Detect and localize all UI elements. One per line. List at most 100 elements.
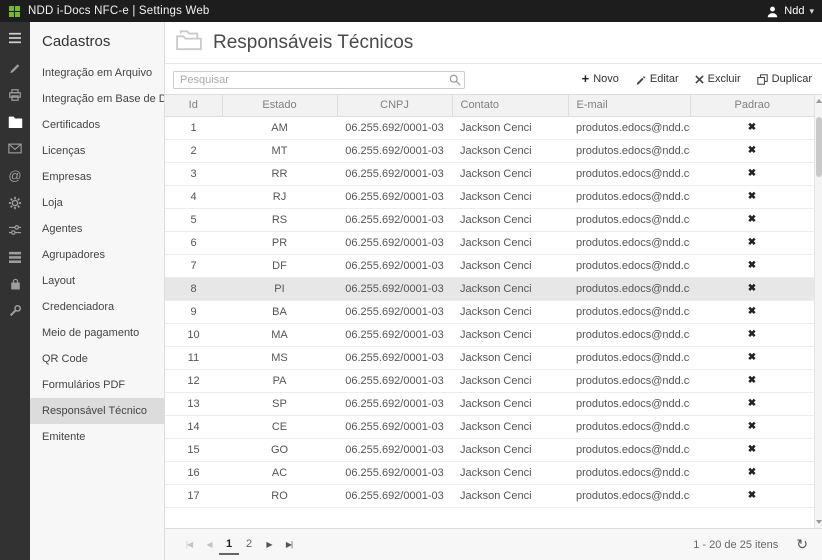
column-header-estado[interactable]: Estado	[222, 95, 337, 116]
folder-icon[interactable]	[0, 108, 30, 135]
sidebar-item-integra-o-em-arquivo[interactable]: Integração em Arquivo	[30, 60, 164, 86]
app-title: NDD i-Docs NFC-e | Settings Web	[28, 5, 210, 17]
cell-padrao: ✖	[690, 461, 814, 484]
table-row[interactable]: 7DF06.255.692/0001-03Jackson Cenciprodut…	[165, 254, 814, 277]
duplicar-button[interactable]: Duplicar	[757, 73, 812, 85]
cell-email: produtos.edocs@ndd.com.br	[568, 300, 690, 323]
cell-email: produtos.edocs@ndd.com.br	[568, 277, 690, 300]
table-row[interactable]: 13SP06.255.692/0001-03Jackson Cenciprodu…	[165, 392, 814, 415]
cell-contato: Jackson Cenci	[452, 369, 568, 392]
main-content: Responsáveis Técnicos + Novo Editar	[165, 22, 822, 560]
cell-email: produtos.edocs@ndd.com.br	[568, 162, 690, 185]
sidebar-item-qr-code[interactable]: QR Code	[30, 346, 164, 372]
cell-cnpj: 06.255.692/0001-03	[337, 323, 452, 346]
hamburger-menu-icon[interactable]	[0, 22, 30, 54]
excluir-button[interactable]: Excluir	[695, 73, 741, 85]
pager-first-button[interactable]: |◀	[179, 540, 199, 549]
refresh-icon[interactable]: ↻	[796, 536, 808, 553]
cell-email: produtos.edocs@ndd.com.br	[568, 254, 690, 277]
column-header-padrao[interactable]: Padrao	[690, 95, 814, 116]
sidebar: Cadastros Integração em ArquivoIntegraçã…	[30, 22, 165, 560]
pager-prev-button[interactable]: ◀	[199, 540, 219, 549]
table-row[interactable]: 16AC06.255.692/0001-03Jackson Cenciprodu…	[165, 461, 814, 484]
sidebar-item-emitente[interactable]: Emitente	[30, 424, 164, 450]
sidebar-item-respons-vel-t-cnico[interactable]: Responsável Técnico	[30, 398, 164, 424]
table-row[interactable]: 6PR06.255.692/0001-03Jackson Cenciprodut…	[165, 231, 814, 254]
sidebar-item-formul-rios-pdf[interactable]: Formulários PDF	[30, 372, 164, 398]
vertical-scrollbar[interactable]	[814, 95, 822, 528]
sidebar-item-meio-de-pagamento[interactable]: Meio de pagamento	[30, 320, 164, 346]
wrench-icon[interactable]	[0, 297, 30, 324]
cell-padrao: ✖	[690, 346, 814, 369]
pager-page-1[interactable]: 1	[219, 535, 239, 555]
table-row[interactable]: 9BA06.255.692/0001-03Jackson Cenciprodut…	[165, 300, 814, 323]
editar-button[interactable]: Editar	[635, 73, 679, 85]
copy-icon	[757, 74, 768, 85]
table-row[interactable]: 4RJ06.255.692/0001-03Jackson Cenciprodut…	[165, 185, 814, 208]
user-icon	[766, 5, 779, 18]
table-row[interactable]: 11MS06.255.692/0001-03Jackson Cenciprodu…	[165, 346, 814, 369]
cell-estado: AC	[222, 461, 337, 484]
sidebar-item-licen-as[interactable]: Licenças	[30, 138, 164, 164]
cell-padrao: ✖	[690, 208, 814, 231]
printer-icon[interactable]	[0, 81, 30, 108]
pager-last-button[interactable]: ▶|	[279, 540, 299, 549]
lock-icon[interactable]	[0, 270, 30, 297]
table-row[interactable]: 17RO06.255.692/0001-03Jackson Cenciprodu…	[165, 484, 814, 507]
at-icon[interactable]: @	[0, 162, 30, 189]
scroll-up-icon[interactable]	[816, 99, 822, 103]
cell-contato: Jackson Cenci	[452, 162, 568, 185]
cell-contato: Jackson Cenci	[452, 323, 568, 346]
sidebar-item-credenciadora[interactable]: Credenciadora	[30, 294, 164, 320]
cell-estado: AM	[222, 116, 337, 139]
cell-contato: Jackson Cenci	[452, 461, 568, 484]
cell-id: 15	[165, 438, 222, 461]
cell-cnpj: 06.255.692/0001-03	[337, 254, 452, 277]
table-row[interactable]: 15GO06.255.692/0001-03Jackson Cenciprodu…	[165, 438, 814, 461]
table-row[interactable]: 10MA06.255.692/0001-03Jackson Cenciprodu…	[165, 323, 814, 346]
sidebar-item-empresas[interactable]: Empresas	[30, 164, 164, 190]
cell-email: produtos.edocs@ndd.com.br	[568, 484, 690, 507]
sidebar-item-loja[interactable]: Loja	[30, 190, 164, 216]
pager-page-2[interactable]: 2	[239, 535, 259, 555]
table-row[interactable]: 14CE06.255.692/0001-03Jackson Cenciprodu…	[165, 415, 814, 438]
pen-icon[interactable]	[0, 54, 30, 81]
list-icon[interactable]	[0, 243, 30, 270]
cell-estado: RO	[222, 484, 337, 507]
column-header-id[interactable]: Id	[165, 95, 222, 116]
app-grid-icon[interactable]	[9, 6, 20, 17]
cell-estado: GO	[222, 438, 337, 461]
cell-id: 7	[165, 254, 222, 277]
pager-next-button[interactable]: ▶	[259, 540, 279, 549]
sliders-icon[interactable]	[0, 216, 30, 243]
cell-id: 17	[165, 484, 222, 507]
cell-email: produtos.edocs@ndd.com.br	[568, 346, 690, 369]
column-header-cnpj[interactable]: CNPJ	[337, 95, 452, 116]
cell-contato: Jackson Cenci	[452, 254, 568, 277]
column-header-contato[interactable]: Contato	[452, 95, 568, 116]
sidebar-item-agentes[interactable]: Agentes	[30, 216, 164, 242]
cell-padrao: ✖	[690, 300, 814, 323]
user-menu[interactable]: Ndd ▾	[766, 0, 814, 22]
sidebar-item-layout[interactable]: Layout	[30, 268, 164, 294]
table-row[interactable]: 5RS06.255.692/0001-03Jackson Cenciprodut…	[165, 208, 814, 231]
gear-icon[interactable]	[0, 189, 30, 216]
table-row[interactable]: 12PA06.255.692/0001-03Jackson Cenciprodu…	[165, 369, 814, 392]
table-row[interactable]: 2MT06.255.692/0001-03Jackson Cenciprodut…	[165, 139, 814, 162]
table-row[interactable]: 8PI06.255.692/0001-03Jackson Cenciprodut…	[165, 277, 814, 300]
scroll-down-icon[interactable]	[816, 520, 822, 524]
envelope-icon[interactable]	[0, 135, 30, 162]
column-header-email[interactable]: E-mail	[568, 95, 690, 116]
table-row[interactable]: 3RR06.255.692/0001-03Jackson Cenciprodut…	[165, 162, 814, 185]
table-row[interactable]: 1AM06.255.692/0001-03Jackson Cenciprodut…	[165, 116, 814, 139]
cell-padrao: ✖	[690, 231, 814, 254]
cell-padrao: ✖	[690, 139, 814, 162]
sidebar-item-certificados[interactable]: Certificados	[30, 112, 164, 138]
cell-email: produtos.edocs@ndd.com.br	[568, 185, 690, 208]
novo-button[interactable]: + Novo	[582, 73, 619, 85]
cell-id: 13	[165, 392, 222, 415]
sidebar-item-integra-o-em-base-de-dados[interactable]: Integração em Base de Dados	[30, 86, 164, 112]
sidebar-item-agrupadores[interactable]: Agrupadores	[30, 242, 164, 268]
scrollbar-thumb[interactable]	[816, 117, 822, 177]
search-input[interactable]	[173, 71, 465, 89]
